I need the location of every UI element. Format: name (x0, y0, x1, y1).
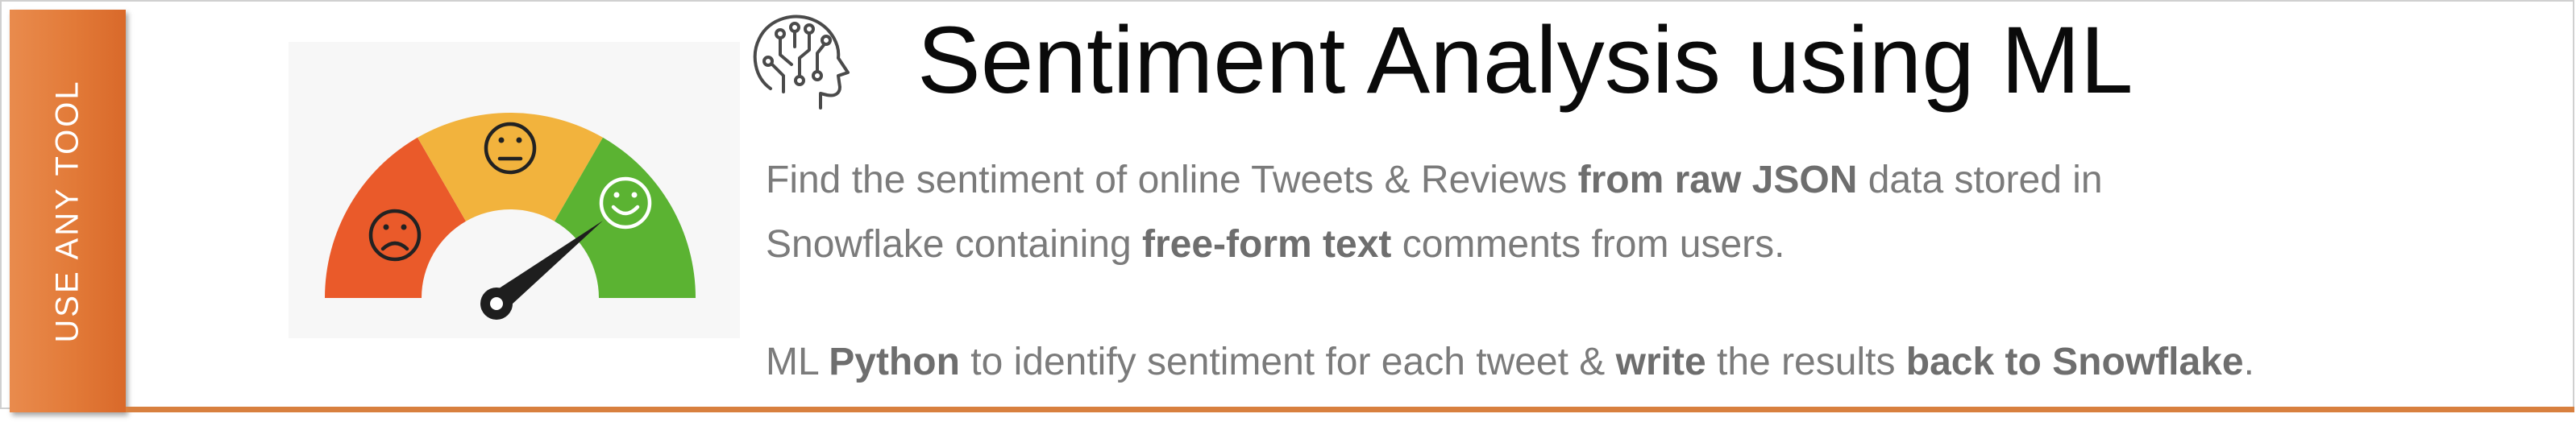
page-title: Sentiment Analysis using ML (917, 7, 2134, 114)
description-text: to identify sentiment for each tweet & (959, 341, 1616, 383)
description-emphasis: free-form text (1141, 223, 1392, 266)
description-text: Find the sentiment of online Tweets & Re… (766, 159, 1578, 201)
header: Sentiment Analysis using ML (746, 8, 2134, 113)
sentiment-gauge (289, 42, 740, 338)
bottom-accent-rule (126, 407, 2574, 412)
brain-circuit-icon (753, 14, 850, 110)
side-tab-label: USE ANY TOOL (49, 79, 85, 343)
description-emphasis: from raw JSON (1577, 159, 1858, 201)
gauge-needle (480, 221, 603, 320)
description-text: comments from users. (1391, 223, 1785, 266)
description-text: ML (766, 341, 829, 383)
description-text: Snowflake containing (766, 223, 1142, 266)
description-line-2: Snowflake containing free-form text comm… (766, 225, 1785, 264)
description-line-1: Find the sentiment of online Tweets & Re… (766, 161, 2103, 200)
description-line-3: ML Python to identify sentiment for each… (766, 343, 2254, 382)
description-text: the results (1706, 341, 1906, 383)
gauge-graphic (325, 112, 696, 320)
banner: USE ANY TOOL Sentiment Analysis using ML… (0, 0, 2576, 422)
side-tab: USE ANY TOOL (10, 10, 126, 412)
description-text: . (2243, 341, 2254, 383)
description-emphasis: back to Snowflake (1905, 341, 2244, 383)
description-emphasis: Python (829, 341, 960, 383)
description-text: data stored in (1857, 159, 2103, 201)
description-emphasis: write (1615, 341, 1706, 383)
